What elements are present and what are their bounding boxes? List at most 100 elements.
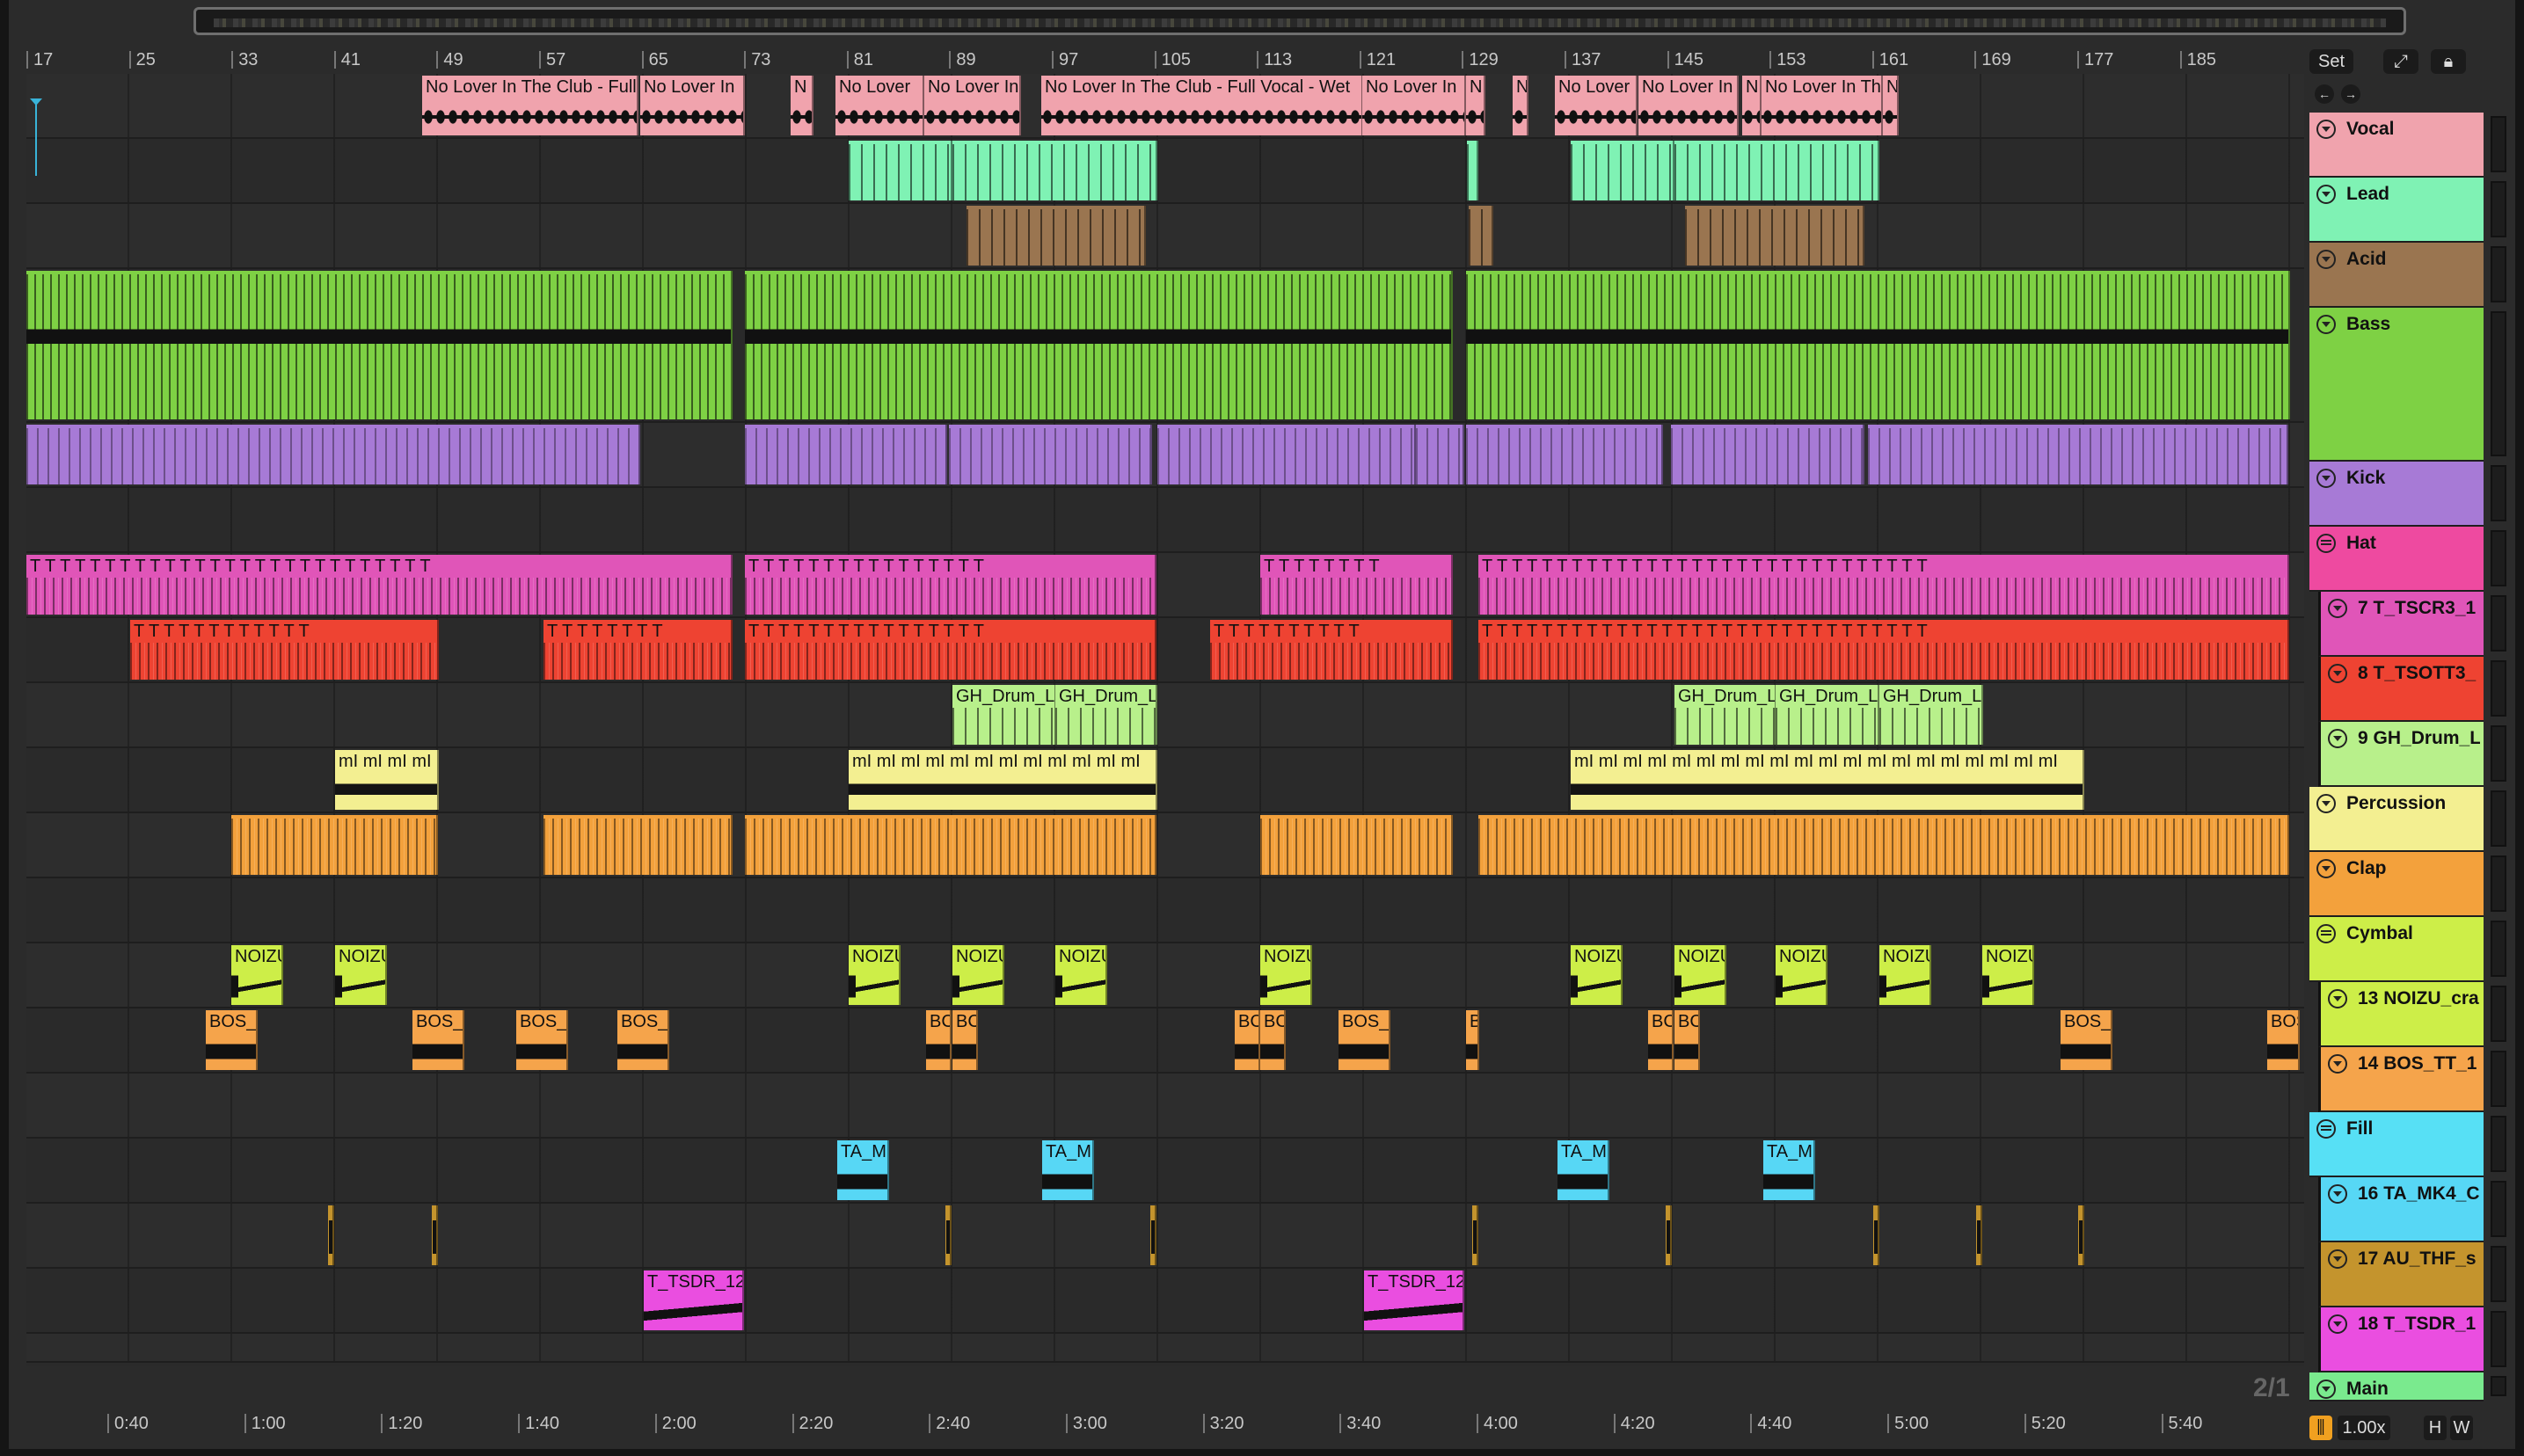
clip[interactable]: No Lover In The Club <box>1762 76 1883 135</box>
clip[interactable] <box>1467 141 1478 200</box>
clip[interactable]: NOIZU <box>849 945 901 1005</box>
clip[interactable]: BOS_ <box>1339 1010 1390 1070</box>
track-lane-18-t-tsdr-1[interactable]: T_TSDR_12 T_TSDR_12 <box>26 1269 2304 1334</box>
clip[interactable]: No Lover <box>1555 76 1638 135</box>
clip[interactable]: mI mI mI mI mI mI mI mI mI mI mI mI <box>849 750 1157 810</box>
track-lane-bass[interactable] <box>26 269 2304 423</box>
clip[interactable]: T T T T T T T T T T T T T T T T T T T T … <box>26 555 733 615</box>
clip[interactable] <box>231 815 438 875</box>
clip[interactable] <box>745 425 947 484</box>
track-lane-vocal[interactable]: No Lover In The Club - Full Vocal - Wet N… <box>26 74 2304 139</box>
fold-icon[interactable] <box>2328 664 2347 683</box>
fold-icon[interactable] <box>2316 120 2336 139</box>
clip[interactable]: BC <box>1235 1010 1260 1070</box>
set-button[interactable]: Set <box>2309 49 2353 74</box>
track-header-14-bos-tt-1[interactable]: 14 BOS_TT_1 <box>2318 1047 2484 1112</box>
clip[interactable]: T T T T T T T T T T T T T T T T T T T T … <box>1478 555 2289 615</box>
clip[interactable] <box>1478 815 2289 875</box>
clip[interactable]: T_TSDR_12 <box>644 1270 744 1330</box>
clip[interactable]: T T T T T T T T T T T T T T T T <box>745 555 1156 615</box>
clip[interactable]: T T T T T T T T <box>1260 555 1453 615</box>
arrangement-view[interactable]: No Lover In The Club - Full Vocal - Wet N… <box>26 74 2304 1366</box>
clip[interactable] <box>543 815 733 875</box>
clip[interactable]: NOIZU <box>231 945 283 1005</box>
clip[interactable] <box>2078 1205 2084 1265</box>
h-button[interactable]: H <box>2424 1416 2447 1440</box>
track-header-bass[interactable]: Bass <box>2309 308 2484 462</box>
clip[interactable]: BOS_ <box>2061 1010 2112 1070</box>
clip[interactable]: N <box>1883 76 1899 135</box>
clip[interactable]: NOIZU <box>952 945 1004 1005</box>
clip[interactable]: GH_Drum_L <box>1879 685 1983 745</box>
track-lane-cymbal[interactable] <box>26 878 2304 943</box>
track-header-18-t-tsdr-1[interactable]: 18 T_TSDR_1 <box>2318 1307 2484 1372</box>
clip[interactable]: T T T T T T T T T T T T T T T T <box>745 620 1156 680</box>
clip[interactable]: NOIZU <box>1055 945 1107 1005</box>
fold-icon[interactable] <box>2316 794 2336 813</box>
clip[interactable] <box>1674 141 1879 200</box>
track-lane-clap[interactable] <box>26 813 2304 878</box>
clip[interactable] <box>745 815 1156 875</box>
time-ruler[interactable]: 0:40 1:00 1:20 1:40 2:00 2:20 2:40 3:00 3:20 3:40… <box>26 1407 2304 1442</box>
clip[interactable] <box>26 425 640 484</box>
clip[interactable]: No Lover In <box>640 76 745 135</box>
clip[interactable]: No Lover In <box>1638 76 1739 135</box>
clip[interactable]: T T T T T T T T T T T T <box>130 620 439 680</box>
clip[interactable]: GH_Drum_L <box>1055 685 1157 745</box>
clip[interactable]: TA_M <box>1042 1140 1094 1200</box>
start-marker[interactable] <box>30 98 42 176</box>
track-lane-8-t-tsott3-[interactable]: T T T T T T T T T T T T T T T T T T T T T … <box>26 618 2304 683</box>
clip[interactable] <box>1571 141 1674 200</box>
fold-icon[interactable] <box>2316 185 2336 204</box>
track-lane-acid[interactable] <box>26 204 2304 269</box>
clip[interactable]: BC <box>926 1010 952 1070</box>
group-icon[interactable] <box>2316 1119 2336 1139</box>
track-header-fill[interactable]: Fill <box>2309 1112 2484 1177</box>
clip[interactable] <box>1150 1205 1156 1265</box>
clip[interactable]: BC <box>1260 1010 1286 1070</box>
clip[interactable]: NOIZU <box>1982 945 2034 1005</box>
clip[interactable] <box>328 1205 334 1265</box>
clip[interactable] <box>1466 271 2290 419</box>
beat-ruler[interactable]: 17 25 33 41 49 57 65 73 81 89 97 105 113 121 129 137 145… <box>26 46 2304 72</box>
track-header-kick[interactable]: Kick <box>2309 462 2484 527</box>
track-lane-13-noizu-cra[interactable]: NOIZU NOIZU NOIZU NOIZU NOIZU NOIZU NOIZU NOIZU… <box>26 943 2304 1008</box>
clip[interactable]: N <box>1513 76 1528 135</box>
clip[interactable]: GH_Drum_L <box>1776 685 1879 745</box>
track-lane-16-ta-mk4-c[interactable]: TA_M TA_M TA_M TA_M <box>26 1139 2304 1204</box>
clip[interactable]: BOS_ <box>206 1010 258 1070</box>
clip[interactable]: T T T T T T T T T T T T T T T T T T T T … <box>1478 620 2289 680</box>
group-icon[interactable] <box>2316 534 2336 553</box>
clip[interactable]: NOIZU <box>1260 945 1312 1005</box>
fold-icon[interactable] <box>2316 469 2336 488</box>
track-header-16-ta-mk4-c[interactable]: 16 TA_MK4_C <box>2318 1177 2484 1242</box>
track-header-9-gh-drum-l[interactable]: 9 GH_Drum_L <box>2318 722 2484 787</box>
track-header-main[interactable]: Main <box>2309 1372 2484 1401</box>
clip[interactable]: B <box>1466 1010 1479 1070</box>
expand-icon[interactable]: ⤢ <box>2383 49 2418 74</box>
clip[interactable]: TA_M <box>837 1140 889 1200</box>
clip[interactable] <box>432 1205 438 1265</box>
clip[interactable]: BOS_ <box>617 1010 669 1070</box>
track-header-7-t-tscr3-1[interactable]: 7 T_TSCR3_1 <box>2318 592 2484 657</box>
track-lane-main[interactable] <box>26 1334 2304 1363</box>
clip[interactable] <box>967 206 1146 266</box>
clip[interactable] <box>1260 815 1453 875</box>
fold-icon[interactable] <box>2328 1184 2347 1204</box>
fold-icon[interactable] <box>2328 729 2347 748</box>
clip[interactable] <box>745 271 1453 419</box>
clip[interactable]: N <box>1742 76 1762 135</box>
clip[interactable] <box>1671 425 1864 484</box>
clip[interactable]: mI mI mI mI <box>335 750 439 810</box>
clip[interactable]: TA_M <box>1763 1140 1815 1200</box>
fold-icon[interactable] <box>2316 1380 2336 1399</box>
track-header-cymbal[interactable]: Cymbal <box>2309 917 2484 982</box>
track-lane-9-gh-drum-l[interactable]: GH_Drum_L GH_Drum_L GH_Drum_L GH_Drum_L GH_D… <box>26 683 2304 748</box>
clip[interactable] <box>1976 1205 1982 1265</box>
fold-icon[interactable] <box>2328 1314 2347 1334</box>
clip[interactable]: NOIZU <box>1776 945 1827 1005</box>
clip[interactable]: GH_Drum_L <box>952 685 1056 745</box>
clip[interactable]: NOIZU <box>1571 945 1623 1005</box>
clip[interactable] <box>1469 206 1493 266</box>
track-lane-hat[interactable] <box>26 488 2304 553</box>
